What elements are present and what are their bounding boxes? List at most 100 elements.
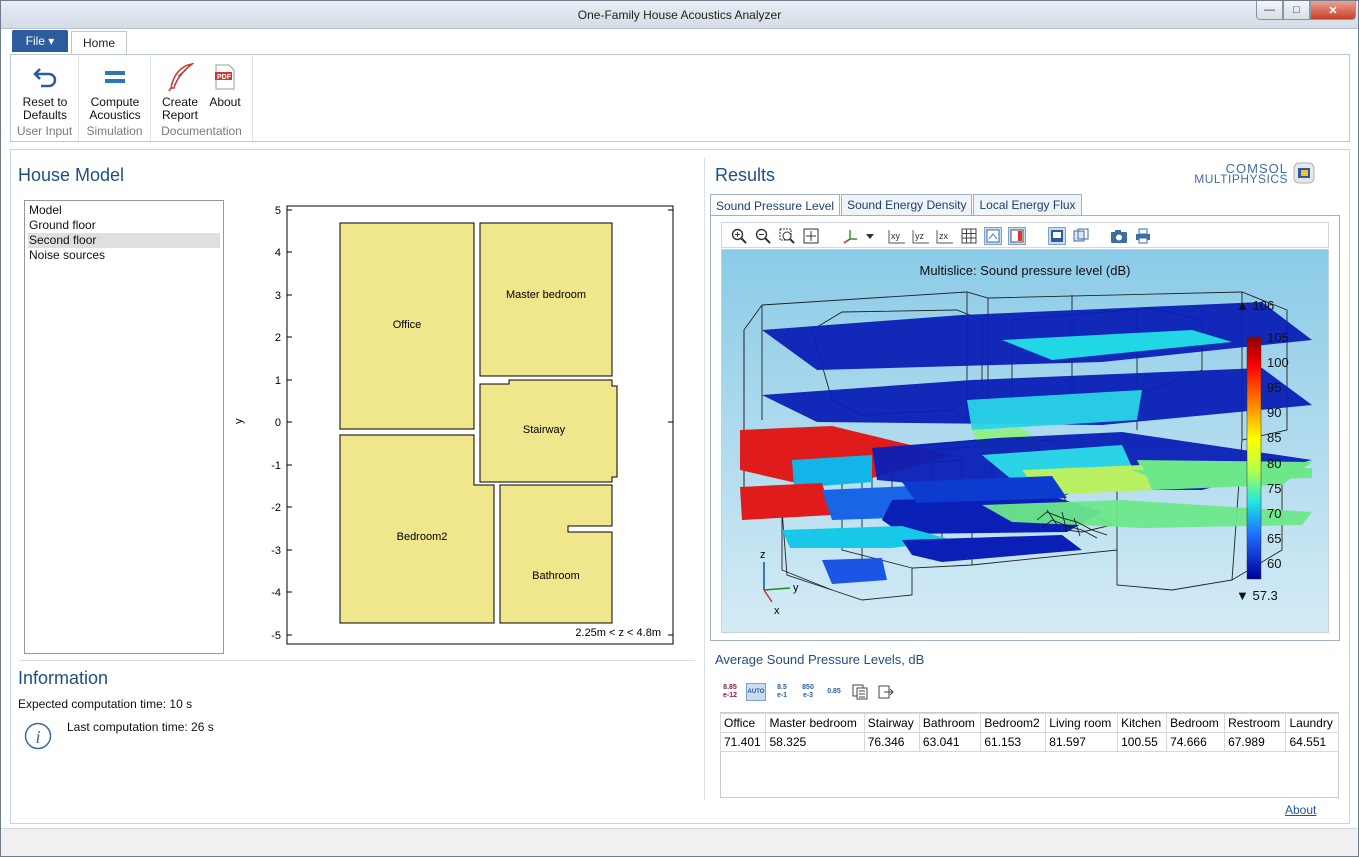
tree-item-second-floor[interactable]: Second floor — [28, 233, 220, 248]
tree-item-model[interactable]: Model — [28, 203, 220, 218]
auto-notation-button[interactable]: AUTO — [746, 683, 766, 701]
tab-sound-energy-density[interactable]: Sound Energy Density — [841, 194, 973, 215]
colorbar-tick: 70 — [1267, 506, 1281, 521]
tree-item-ground-floor[interactable]: Ground floor — [28, 218, 220, 233]
export-table-button[interactable] — [876, 683, 896, 701]
results-title: Results — [715, 165, 776, 185]
about-link[interactable]: About — [1285, 803, 1316, 817]
main-panel: House Model Model Ground floor Second fl… — [10, 149, 1350, 824]
show-geometry-button[interactable] — [1048, 227, 1066, 245]
reset-to-defaults-button[interactable]: Reset to Defaults — [15, 61, 75, 122]
close-button[interactable]: ✕ — [1310, 1, 1356, 20]
decimal-notation-button[interactable]: 0.85 — [824, 683, 844, 701]
camera-icon — [1111, 230, 1127, 243]
zoom-extents-button[interactable] — [802, 227, 820, 245]
room-bedroom2[interactable] — [339, 434, 495, 624]
zoom-box-button[interactable] — [778, 227, 796, 245]
table-row: 71.401 58.325 76.346 63.041 61.153 81.59… — [719, 732, 1339, 752]
room-bathroom[interactable] — [499, 484, 613, 624]
tree-item-noise-sources[interactable]: Noise sources — [28, 248, 220, 263]
file-menu-button[interactable]: File ▾ — [12, 30, 68, 52]
y-tick: -1 — [271, 460, 281, 472]
zoom-out-button[interactable] — [754, 227, 772, 245]
last-time-text: Last computation time: 26 s — [67, 720, 214, 734]
maximize-button[interactable]: □ — [1283, 1, 1310, 20]
y-tick: 3 — [275, 290, 281, 302]
zoom-extents-icon — [803, 228, 819, 244]
image-snapshot-button[interactable] — [1110, 227, 1128, 245]
table-cell[interactable]: 67.989 — [1224, 732, 1287, 752]
column-header[interactable]: Stairway — [863, 713, 920, 733]
graphics-window[interactable]: Multislice: Sound pressure level (dB) ▲ … — [721, 249, 1329, 633]
colorbar-tick: 85 — [1267, 430, 1281, 445]
house-model-title: House Model — [18, 165, 125, 185]
svg-text:x: x — [774, 605, 780, 617]
about-button[interactable]: PDF About — [205, 61, 245, 109]
column-header[interactable]: Bedroom2 — [980, 713, 1047, 733]
ribbon-group-user-input: Reset to Defaults User Input — [11, 55, 79, 141]
quill-icon — [168, 62, 194, 92]
ribbon-group-simulation: Compute Acoustics Simulation — [79, 55, 151, 141]
grid-icon — [961, 228, 977, 244]
tab-home[interactable]: Home — [71, 31, 127, 54]
view-yz-button[interactable]: yz — [912, 227, 930, 245]
tab-local-energy-flux[interactable]: Local Energy Flux — [973, 194, 1082, 215]
ribbon-toolbar: Reset to Defaults User Input Compute Aco… — [10, 54, 1350, 142]
column-header[interactable]: Kitchen — [1117, 713, 1168, 733]
column-header[interactable]: Bathroom — [918, 713, 982, 733]
engineering-notation-button[interactable]: 8.5 e-1 — [772, 683, 792, 701]
svg-text:z: z — [760, 549, 766, 561]
geometry-icon — [1051, 230, 1063, 242]
model-tree: Model Ground floor Second floor Noise so… — [24, 200, 224, 654]
y-tick: 5 — [275, 205, 281, 217]
create-report-button[interactable]: Create Report — [157, 61, 203, 122]
svg-text:zx: zx — [939, 231, 949, 241]
column-header[interactable]: Laundry — [1285, 713, 1339, 733]
comsol-logo: COMSOL MULTIPHYSICS — [1185, 161, 1315, 187]
y-tick: -3 — [271, 545, 281, 557]
table-cell[interactable]: 71.401 — [719, 732, 767, 752]
grid-button[interactable] — [960, 227, 978, 245]
zoom-in-button[interactable] — [730, 227, 748, 245]
view-axes-button[interactable] — [842, 227, 876, 245]
export-icon — [878, 685, 894, 699]
tab-sound-pressure-level[interactable]: Sound Pressure Level — [710, 194, 841, 216]
compute-acoustics-button[interactable]: Compute Acoustics — [85, 61, 145, 122]
view-zx-button[interactable]: zx — [936, 227, 954, 245]
column-header[interactable]: Bedroom — [1166, 713, 1226, 733]
y-tick: 4 — [275, 247, 281, 259]
precision-button[interactable]: 8.85 e-12 — [720, 683, 740, 701]
legend-button[interactable] — [1008, 227, 1026, 245]
colorbar-tick: 75 — [1267, 481, 1281, 496]
colorbar-tick: 80 — [1267, 456, 1281, 471]
svg-text:xy: xy — [891, 231, 901, 241]
copy-table-button[interactable] — [850, 683, 870, 701]
min-value-label: ▼ 57.3 — [1236, 588, 1278, 603]
svg-text:yz: yz — [915, 231, 925, 241]
table-cell[interactable]: 76.346 — [863, 732, 920, 752]
table-cell[interactable]: 81.597 — [1045, 732, 1119, 752]
scientific-notation-button[interactable]: 850 e-3 — [798, 683, 818, 701]
averages-title: Average Sound Pressure Levels, dB — [715, 652, 925, 667]
transparency-button[interactable] — [1072, 227, 1090, 245]
close-icon: ✕ — [1328, 4, 1338, 17]
table-cell[interactable]: 64.551 — [1285, 732, 1339, 752]
minimize-button[interactable]: — — [1256, 1, 1283, 20]
column-header[interactable]: Restroom — [1224, 713, 1287, 733]
floor-plan-plot[interactable]: 5 4 3 2 1 0 -1 -2 -3 -4 -5 y Office Mast… — [226, 198, 676, 656]
view-xy-button[interactable]: xy — [888, 227, 906, 245]
table-cell[interactable]: 74.666 — [1166, 732, 1226, 752]
print-button[interactable] — [1134, 227, 1152, 245]
colorbar-tick: 90 — [1267, 405, 1281, 420]
column-header[interactable]: Living room — [1045, 713, 1119, 733]
table-cell[interactable]: 63.041 — [918, 732, 982, 752]
scene-light-button[interactable] — [984, 227, 1002, 245]
column-header[interactable]: Office — [719, 713, 767, 733]
table-cell[interactable]: 61.153 — [980, 732, 1047, 752]
column-header[interactable]: Master bedroom — [765, 713, 865, 733]
table-cell[interactable]: 58.325 — [765, 732, 865, 752]
table-cell[interactable]: 100.55 — [1117, 732, 1168, 752]
room-label: Bathroom — [532, 570, 580, 582]
zx-plane-icon: zx — [936, 230, 953, 244]
yz-plane-icon: yz — [912, 230, 929, 244]
